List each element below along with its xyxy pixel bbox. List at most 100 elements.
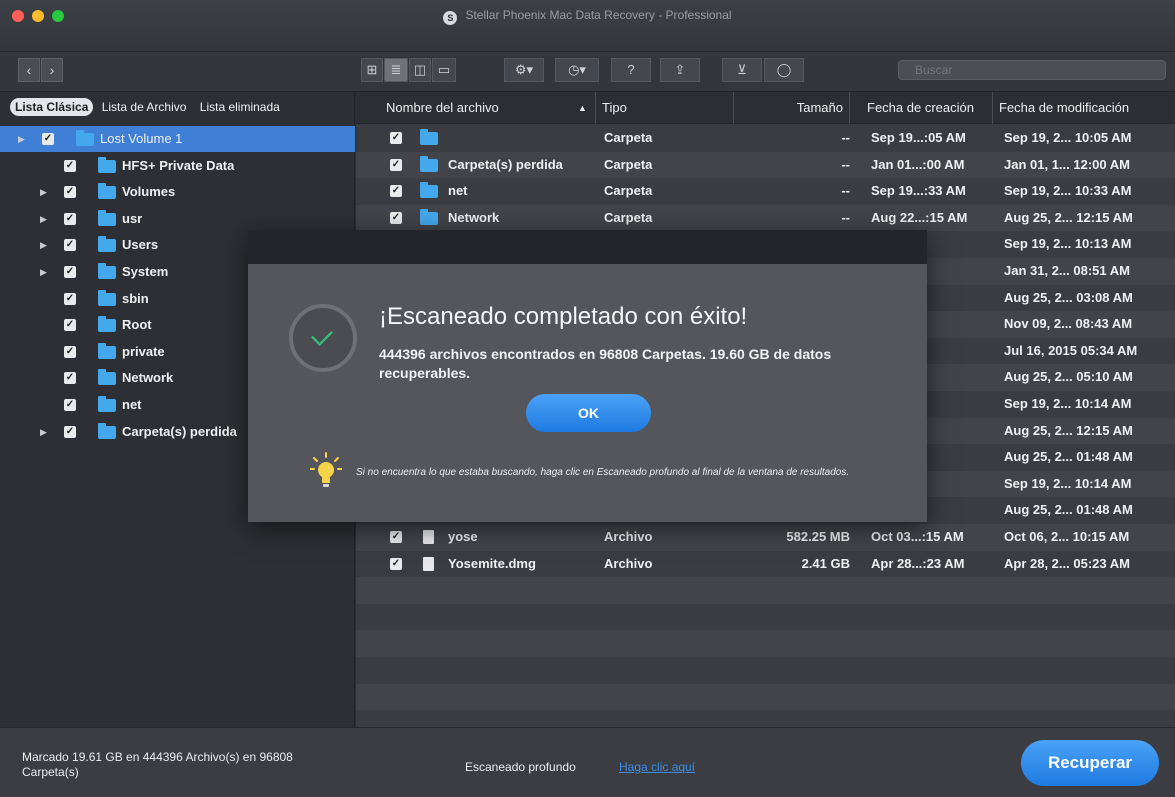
table-row [356,657,1175,684]
tree-item-label: usr [122,210,143,226]
cell-size: -- [841,130,850,145]
item-checkbox[interactable]: ✓ [64,159,76,172]
folder-icon [98,263,116,279]
history-menu-button[interactable]: ◷▾ [555,58,599,82]
settings-menu-button[interactable]: ⚙▾ [504,58,544,82]
title-bar: S Stellar Phoenix Mac Data Recovery - Pro… [0,0,1175,52]
row-checkbox[interactable]: ✓ [390,531,402,543]
tree-item-label: Volumes [122,184,176,200]
item-checkbox[interactable]: ✓ [64,266,76,278]
cell-size: -- [841,183,850,199]
row-checkbox[interactable]: ✓ [390,185,402,198]
disclosure-triangle-icon[interactable]: ▶ [40,427,47,438]
disclosure-triangle-icon[interactable]: ▶ [40,240,47,251]
deep-scan-label: Escaneado profundo [465,760,576,774]
cell-created: Apr 28...:23 AM [871,555,965,571]
table-row[interactable]: ✓ net Carpeta -- Sep 19...:33 AM Sep 19, 2...… [356,178,1175,205]
tree-item-label: Carpeta(s) perdida [122,423,237,439]
column-header-type[interactable]: Tipo [596,92,734,124]
table-row [356,630,1175,657]
column-header-created[interactable]: Fecha de creación [850,92,993,124]
account-button[interactable]: ◯ [764,58,804,82]
item-checkbox[interactable]: ✓ [64,345,76,358]
tab-file-list[interactable]: Lista de Archivo [97,98,192,116]
cell-modified: Aug 25, 2... 03:08 AM [1004,289,1133,305]
folder-icon [76,130,94,146]
folder-icon [98,156,116,173]
item-checkbox[interactable]: ✓ [64,292,76,305]
coverflow-view-button[interactable]: ▭ [432,58,456,82]
tab-deleted-list[interactable]: Lista eliminada [195,98,285,116]
cell-name: Carpeta(s) perdida [448,156,563,172]
tab-classic-list[interactable]: Lista Clásica [10,98,94,116]
row-checkbox[interactable]: ✓ [390,557,402,570]
folder-icon [98,183,116,200]
item-checkbox[interactable]: ✓ [64,186,76,199]
column-header-name[interactable]: Nombre del archivo ▲ [356,92,596,124]
table-row[interactable]: ✓ Network Carpeta -- Aug 22...:15 AM Aug 25, … [356,204,1175,232]
disclosure-triangle-icon[interactable]: ▶ [40,214,47,225]
item-checkbox[interactable]: ✓ [64,372,76,385]
cell-created: Jan 01...:00 AM [871,156,965,172]
cart-button[interactable]: ⊻ [722,58,762,82]
cell-modified: Sep 19, 2... 10:33 AM [1004,183,1132,199]
cell-created: Sep 19...:05 AM [871,130,966,145]
deep-scan-link[interactable]: Haga clic aquí [619,760,695,774]
cell-modified: Sep 19, 2... 10:14 AM [1004,475,1132,491]
item-checkbox[interactable]: ✓ [64,425,76,438]
folder-icon [98,422,116,439]
cell-modified: Jan 01, 1... 12:00 AM [1004,156,1130,172]
cell-modified: Aug 25, 2... 01:48 AM [1004,502,1133,518]
table-row [356,683,1175,711]
table-header: Nombre del archivo ▲ Tipo Tamaño Fecha d… [356,92,1175,124]
cell-modified: Apr 28, 2... 05:23 AM [1004,555,1130,571]
tree-item[interactable]: ✓ HFS+ Private Data [0,153,355,179]
tree-item[interactable]: ▶ ✓ Volumes [0,179,355,205]
cell-modified: Nov 09, 2... 08:43 AM [1004,316,1133,332]
cell-modified: Aug 25, 2... 12:15 AM [1004,422,1133,438]
column-header-name-label: Nombre del archivo [386,100,499,115]
recover-button[interactable]: Recuperar [1021,740,1159,786]
column-view-button[interactable]: ◫ [409,58,431,82]
item-checkbox[interactable]: ✓ [64,319,76,332]
tree-item[interactable]: ▶ ✓ usr [0,206,355,232]
disclosure-triangle-icon[interactable]: ▶ [40,267,47,278]
cell-name: Network [448,209,500,225]
grid-view-button[interactable]: ⊞ [361,58,383,82]
table-row[interactable]: ✓ Carpeta -- Sep 19...:05 AM Sep 19, 2... 10… [356,125,1175,152]
table-row [356,577,1175,604]
cell-modified: Aug 25, 2... 05:10 AM [1004,369,1133,385]
help-button[interactable]: ? [611,58,651,82]
tree-item-label: Network [122,370,174,386]
ok-button[interactable]: OK [526,394,651,432]
sort-ascending-icon: ▲ [578,103,587,113]
export-button[interactable]: ⇪ [660,58,700,82]
selection-summary: Marcado 19.61 GB en 444396 Archivo(s) en… [22,750,293,779]
forward-button[interactable]: › [41,58,63,82]
tree-item[interactable]: ▶ ✓ Lost Volume 1 [0,126,355,152]
row-checkbox[interactable]: ✓ [390,158,402,171]
column-header-size[interactable]: Tamaño [734,92,850,124]
cell-created: Aug 22...:15 AM [871,209,968,225]
cell-modified: Sep 19, 2... 10:14 AM [1004,396,1132,411]
table-row[interactable]: ✓ Yosemite.dmg Archivo 2.41 GB Apr 28...:23 … [356,551,1175,578]
item-checkbox[interactable]: ✓ [64,399,76,411]
column-header-modified[interactable]: Fecha de modificación [993,92,1175,124]
table-row[interactable]: ✓ yose Archivo 582.25 MB Oct 03...:15 AM Oct … [356,524,1175,551]
row-checkbox[interactable]: ✓ [390,132,402,144]
table-row[interactable]: ✓ Carpeta(s) perdida Carpeta -- Jan 01...:00… [356,151,1175,179]
folder-icon [98,209,116,226]
stellar-logo-icon: S [443,11,458,25]
item-checkbox[interactable]: ✓ [42,133,54,145]
row-checkbox[interactable]: ✓ [390,211,402,224]
user-icon: ◯ [776,62,792,77]
list-view-button[interactable]: ≣ [384,58,408,82]
tree-item-label: System [122,264,169,279]
search-input[interactable] [898,60,1166,80]
item-checkbox[interactable]: ✓ [64,239,76,252]
disclosure-triangle-icon[interactable]: ▶ [18,134,25,145]
back-button[interactable]: ‹ [18,58,40,82]
window-title: Stellar Phoenix Mac Data Recovery - Prof… [465,8,732,22]
item-checkbox[interactable]: ✓ [64,212,76,225]
disclosure-triangle-icon[interactable]: ▶ [40,187,47,198]
